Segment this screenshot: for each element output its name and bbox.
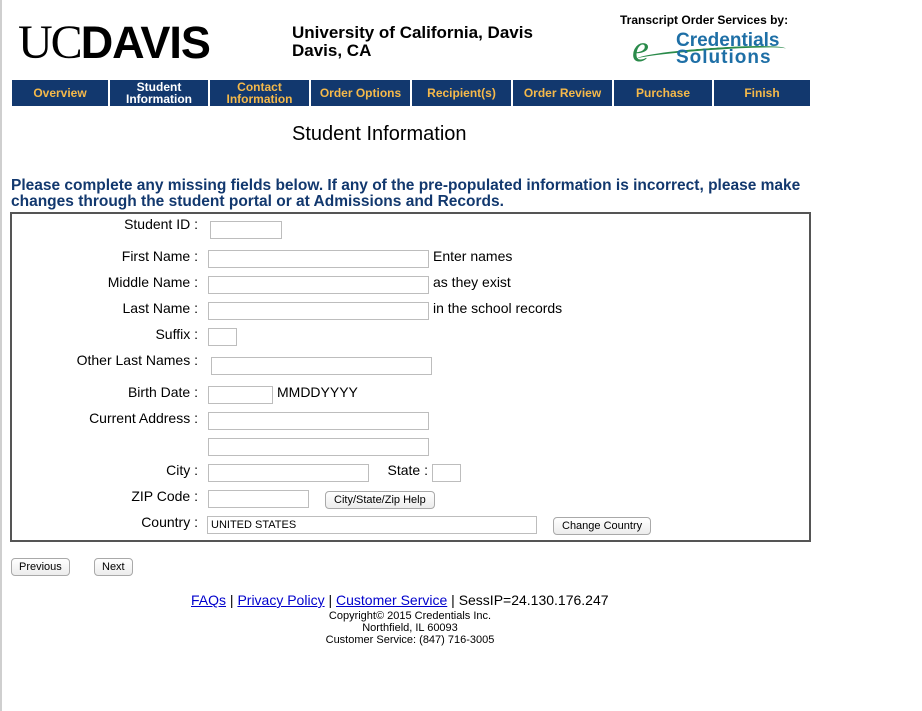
tab-overview[interactable]: Overview (12, 80, 108, 106)
copyright-text: Copyright© 2015 Credentials Inc. (328, 610, 492, 622)
customer-service-phone: Customer Service: (847) 716-3005 (325, 634, 495, 646)
university-line-2: Davis, CA (292, 41, 372, 60)
tab-student-information[interactable]: Student Information (110, 80, 208, 106)
first-name-input[interactable] (208, 250, 429, 268)
previous-button[interactable]: Previous (11, 558, 70, 576)
company-address: Northfield, IL 60093 (362, 622, 458, 634)
tab-contact-information[interactable]: Contact Information (210, 80, 309, 106)
page-title: Student Information (292, 123, 467, 145)
customer-service-link[interactable]: Customer Service (336, 592, 447, 608)
credentials-solutions-logo: e Credentials Solutions (632, 28, 787, 70)
tab-purchase[interactable]: Purchase (614, 80, 712, 106)
footer-separator: | (451, 592, 455, 608)
university-line-1: University of California, Davis (292, 23, 533, 42)
address-line-1-input[interactable] (208, 412, 429, 430)
window-edge (0, 0, 2, 711)
zip-code-label: ZIP Code : (131, 488, 198, 504)
footer-separator: | (328, 592, 333, 608)
state-input[interactable] (432, 464, 461, 482)
tab-finish[interactable]: Finish (714, 80, 810, 106)
birth-date-input[interactable] (208, 386, 273, 404)
student-id-input[interactable] (210, 221, 282, 239)
faqs-link[interactable]: FAQs (191, 592, 226, 608)
last-name-input[interactable] (208, 302, 429, 320)
address-line-2-input[interactable] (208, 438, 429, 456)
zip-code-input[interactable] (208, 490, 309, 508)
names-note-3: in the school records (433, 300, 563, 316)
tab-order-review[interactable]: Order Review (513, 80, 612, 106)
city-state-zip-help-button[interactable]: City/State/Zip Help (325, 491, 435, 509)
student-id-label: Student ID : (124, 216, 198, 232)
city-input[interactable] (208, 464, 369, 482)
next-button[interactable]: Next (94, 558, 133, 576)
other-last-names-label: Other Last Names : (76, 352, 198, 368)
change-country-button[interactable]: Change Country (553, 517, 652, 535)
last-name-label: Last Name : (122, 300, 198, 316)
middle-name-input[interactable] (208, 276, 429, 294)
tab-order-options[interactable]: Order Options (311, 80, 410, 106)
country-label: Country : (141, 514, 198, 530)
names-note-2: as they exist (433, 274, 511, 290)
first-name-label: First Name : (121, 248, 198, 264)
session-ip: SessIP=24.130.176.247 (458, 592, 609, 608)
instructions-text: Please complete any missing fields below… (11, 177, 801, 210)
logo-e-mark: e (632, 28, 649, 70)
university-name: University of California, Davis Davis, C… (292, 24, 533, 60)
birth-date-label: Birth Date : (127, 384, 198, 400)
birth-date-format-hint: MMDDYYYY (277, 384, 358, 400)
other-last-names-input[interactable] (211, 357, 432, 375)
names-note-1: Enter names (433, 248, 513, 264)
current-address-label: Current Address : (89, 410, 198, 426)
services-label: Transcript Order Services by: (620, 13, 789, 27)
privacy-policy-link[interactable]: Privacy Policy (237, 592, 324, 608)
footer-info: Copyright© 2015 Credentials Inc. Northfi… (300, 610, 520, 646)
suffix-label: Suffix : (155, 326, 198, 342)
country-input[interactable] (207, 516, 537, 534)
footer-links: FAQs | Privacy Policy | Customer Service… (191, 592, 609, 608)
middle-name-label: Middle Name : (107, 274, 198, 290)
tab-recipients[interactable]: Recipient(s) (412, 80, 511, 106)
logo-word-solutions: Solutions (676, 47, 772, 68)
logo-uc-text: UC (18, 16, 83, 69)
state-label: State : (387, 462, 428, 478)
ucdavis-logo: UCDAVIS (18, 17, 211, 68)
footer-separator: | (229, 592, 234, 608)
logo-davis-text: DAVIS (80, 17, 211, 68)
city-label: City : (166, 462, 198, 478)
step-nav: Overview Student Information Contact Inf… (12, 80, 810, 106)
suffix-input[interactable] (208, 328, 237, 346)
